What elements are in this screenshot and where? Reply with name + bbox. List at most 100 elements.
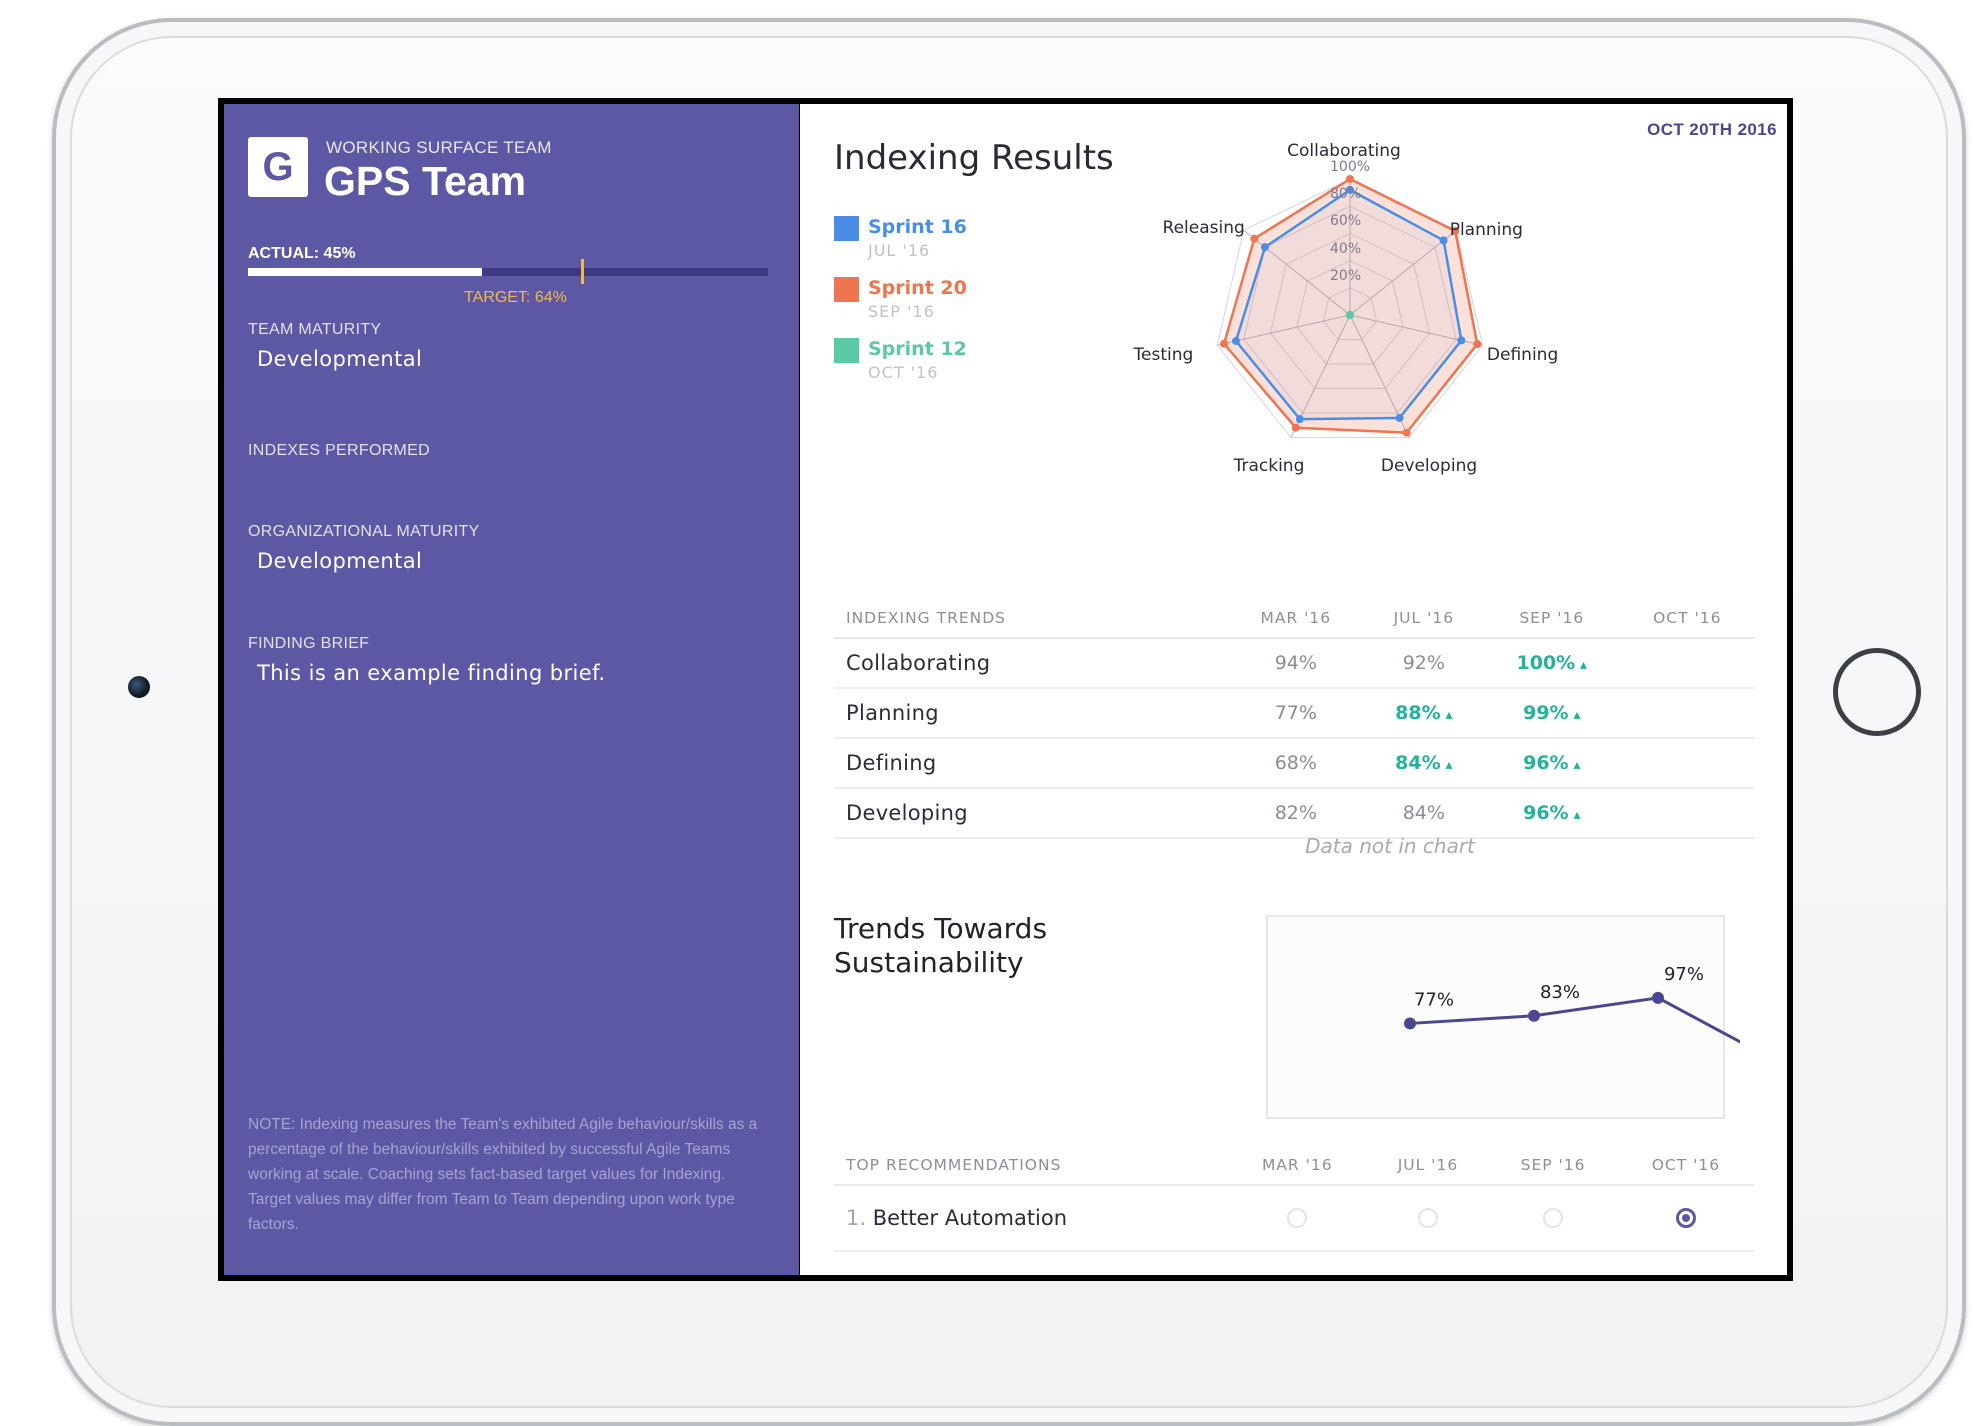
- team-maturity-label: TEAM MATURITY: [248, 321, 382, 338]
- page-title: Indexing Results: [834, 138, 1114, 178]
- radio-button[interactable]: [1287, 1208, 1308, 1229]
- table-body: 1. Better Automation: [834, 1185, 1754, 1252]
- metric-value: 100%: [1483, 638, 1621, 689]
- legend-swatch: [834, 338, 859, 363]
- radar-point: [1457, 336, 1466, 345]
- column-header: JUL '16: [1364, 599, 1484, 639]
- recommendation-cell: [1227, 1185, 1368, 1252]
- column-header: OCT '16: [1620, 599, 1754, 639]
- radar-point: [1395, 413, 1404, 422]
- home-button[interactable]: [1833, 648, 1921, 736]
- metric-value: 82%: [1227, 788, 1365, 839]
- radar-ring-label: 40%: [1330, 240, 1362, 257]
- camera-icon: [128, 676, 150, 698]
- recommendations-table: TOP RECOMMENDATIONS MAR '16 JUL '16 SEP '16…: [834, 1146, 1754, 1252]
- radar-ring-label: 100%: [1330, 159, 1371, 175]
- table-row[interactable]: Collaborating 94% 92% 100%: [834, 638, 1754, 689]
- data-not-in-chart-note: Data not in chart: [1305, 834, 1475, 858]
- team-logo: G: [248, 137, 308, 197]
- metric-value: 92%: [1364, 638, 1484, 689]
- recommendation-text: Better Automation: [866, 1206, 1068, 1230]
- metric-value: 88%: [1364, 688, 1484, 739]
- radar-axis-label: Planning: [1449, 220, 1523, 241]
- metric-value: 77%: [1227, 688, 1365, 739]
- trend-point: [1404, 1017, 1416, 1030]
- finding-brief-value: This is an example finding brief.: [257, 661, 606, 685]
- column-header: INDEXING TRENDS: [834, 599, 1227, 639]
- trend-data-label: 83%: [1540, 982, 1580, 1003]
- radio-button[interactable]: [1543, 1208, 1564, 1229]
- radar-point: [1220, 339, 1229, 348]
- results-panel: OCT 20TH 2016 Indexing Results Sprint 16…: [800, 104, 1787, 1275]
- recommendation-row: 1. Better Automation: [834, 1185, 1754, 1252]
- radar-ring-label: 20%: [1330, 267, 1362, 284]
- column-header: TOP RECOMMENDATIONS: [834, 1146, 1227, 1186]
- radar-svg: [1216, 175, 1484, 439]
- finding-brief-label: FINDING BRIEF: [248, 635, 370, 652]
- indexes-performed-label: INDEXES PERFORMED: [248, 442, 431, 459]
- radio-button[interactable]: [1417, 1208, 1438, 1229]
- column-header: SEP '16: [1488, 1146, 1618, 1186]
- radar-axis-label: Tracking: [1233, 455, 1305, 476]
- metric-value: [1620, 788, 1754, 839]
- radar-axis-label: Testing: [1133, 345, 1194, 366]
- metric-value: 84%: [1364, 788, 1484, 839]
- indexing-trends-table: INDEXING TRENDS MAR '16 JUL '16 SEP '16 OCT …: [834, 599, 1754, 839]
- legend-swatch: [834, 277, 859, 302]
- metric-value: 99%: [1483, 688, 1621, 739]
- team-sidebar: G WORKING SURFACE TEAM GPS Team ACTUAL: …: [224, 104, 799, 1275]
- table-header: INDEXING TRENDS MAR '16 JUL '16 SEP '16 OCT …: [834, 599, 1754, 639]
- radar-axis-label: Collaborating: [1287, 141, 1401, 161]
- table-row[interactable]: Defining68%84%96%: [834, 738, 1754, 789]
- progress-fill: [248, 268, 482, 276]
- column-header: JUL '16: [1367, 1146, 1489, 1186]
- radar-point: [1291, 423, 1300, 432]
- legend-swatch: [834, 216, 859, 241]
- radar-point: [1295, 415, 1304, 424]
- radar-axis-label: Defining: [1486, 345, 1559, 366]
- screen: G WORKING SURFACE TEAM GPS Team ACTUAL: …: [218, 98, 1793, 1281]
- recommendation-label: 1. Better Automation: [834, 1185, 1227, 1252]
- trend-data-label: 97%: [1664, 964, 1704, 985]
- org-maturity-label: ORGANIZATIONAL MATURITY: [248, 523, 480, 540]
- target-marker: [580, 259, 584, 284]
- trend-chart-title: Trends Towards Sustainability: [834, 912, 1048, 979]
- radar-point: [1439, 236, 1448, 245]
- radio-button[interactable]: [1675, 1208, 1696, 1229]
- metric-value: 94%: [1227, 638, 1365, 689]
- metric-value: 96%: [1483, 788, 1621, 839]
- recommendation-cell: [1617, 1185, 1754, 1252]
- radar-ring-label: 60%: [1330, 213, 1362, 230]
- target-label: TARGET: 64%: [464, 289, 567, 306]
- table-row[interactable]: Planning77%88%99%: [834, 688, 1754, 739]
- legend-series-name: Sprint 20: [868, 277, 967, 299]
- radar-point: [1473, 340, 1482, 349]
- table-row[interactable]: Developing 82% 84% 96%: [834, 788, 1754, 839]
- trend-point: [1652, 991, 1664, 1004]
- radar-point: [1260, 243, 1269, 252]
- team-label: WORKING SURFACE TEAM: [326, 138, 552, 157]
- radar-point: [1231, 337, 1240, 346]
- legend-series-date: JUL '16: [868, 241, 931, 260]
- recommendation-cell: [1367, 1185, 1489, 1252]
- metric-value: [1620, 638, 1754, 689]
- column-header: MAR '16: [1227, 1146, 1368, 1186]
- metric-value: [1620, 688, 1754, 739]
- metric-name: Developing: [834, 788, 1227, 839]
- legend-series-name: Sprint 16: [868, 216, 967, 238]
- radar-point: [1346, 311, 1354, 319]
- metric-value: 68%: [1227, 738, 1365, 789]
- team-name: GPS Team: [324, 158, 527, 204]
- radar-axis-label: Developing: [1380, 455, 1478, 476]
- column-header: MAR '16: [1227, 599, 1365, 639]
- metric-value: [1620, 738, 1754, 789]
- radar-point: [1346, 175, 1354, 183]
- metric-name: Defining: [834, 738, 1227, 789]
- radar-axis-label: Releasing: [1162, 218, 1245, 239]
- column-header: SEP '16: [1483, 599, 1621, 639]
- table-header: TOP RECOMMENDATIONS MAR '16 JUL '16 SEP '16…: [834, 1146, 1754, 1186]
- radar-point: [1402, 428, 1411, 437]
- metric-value: 96%: [1483, 738, 1621, 789]
- trend-line-chart: 77%83%97%45%: [1404, 964, 1740, 1044]
- radar-chart: Collaborating Planning Defining Developing T…: [1130, 134, 1710, 574]
